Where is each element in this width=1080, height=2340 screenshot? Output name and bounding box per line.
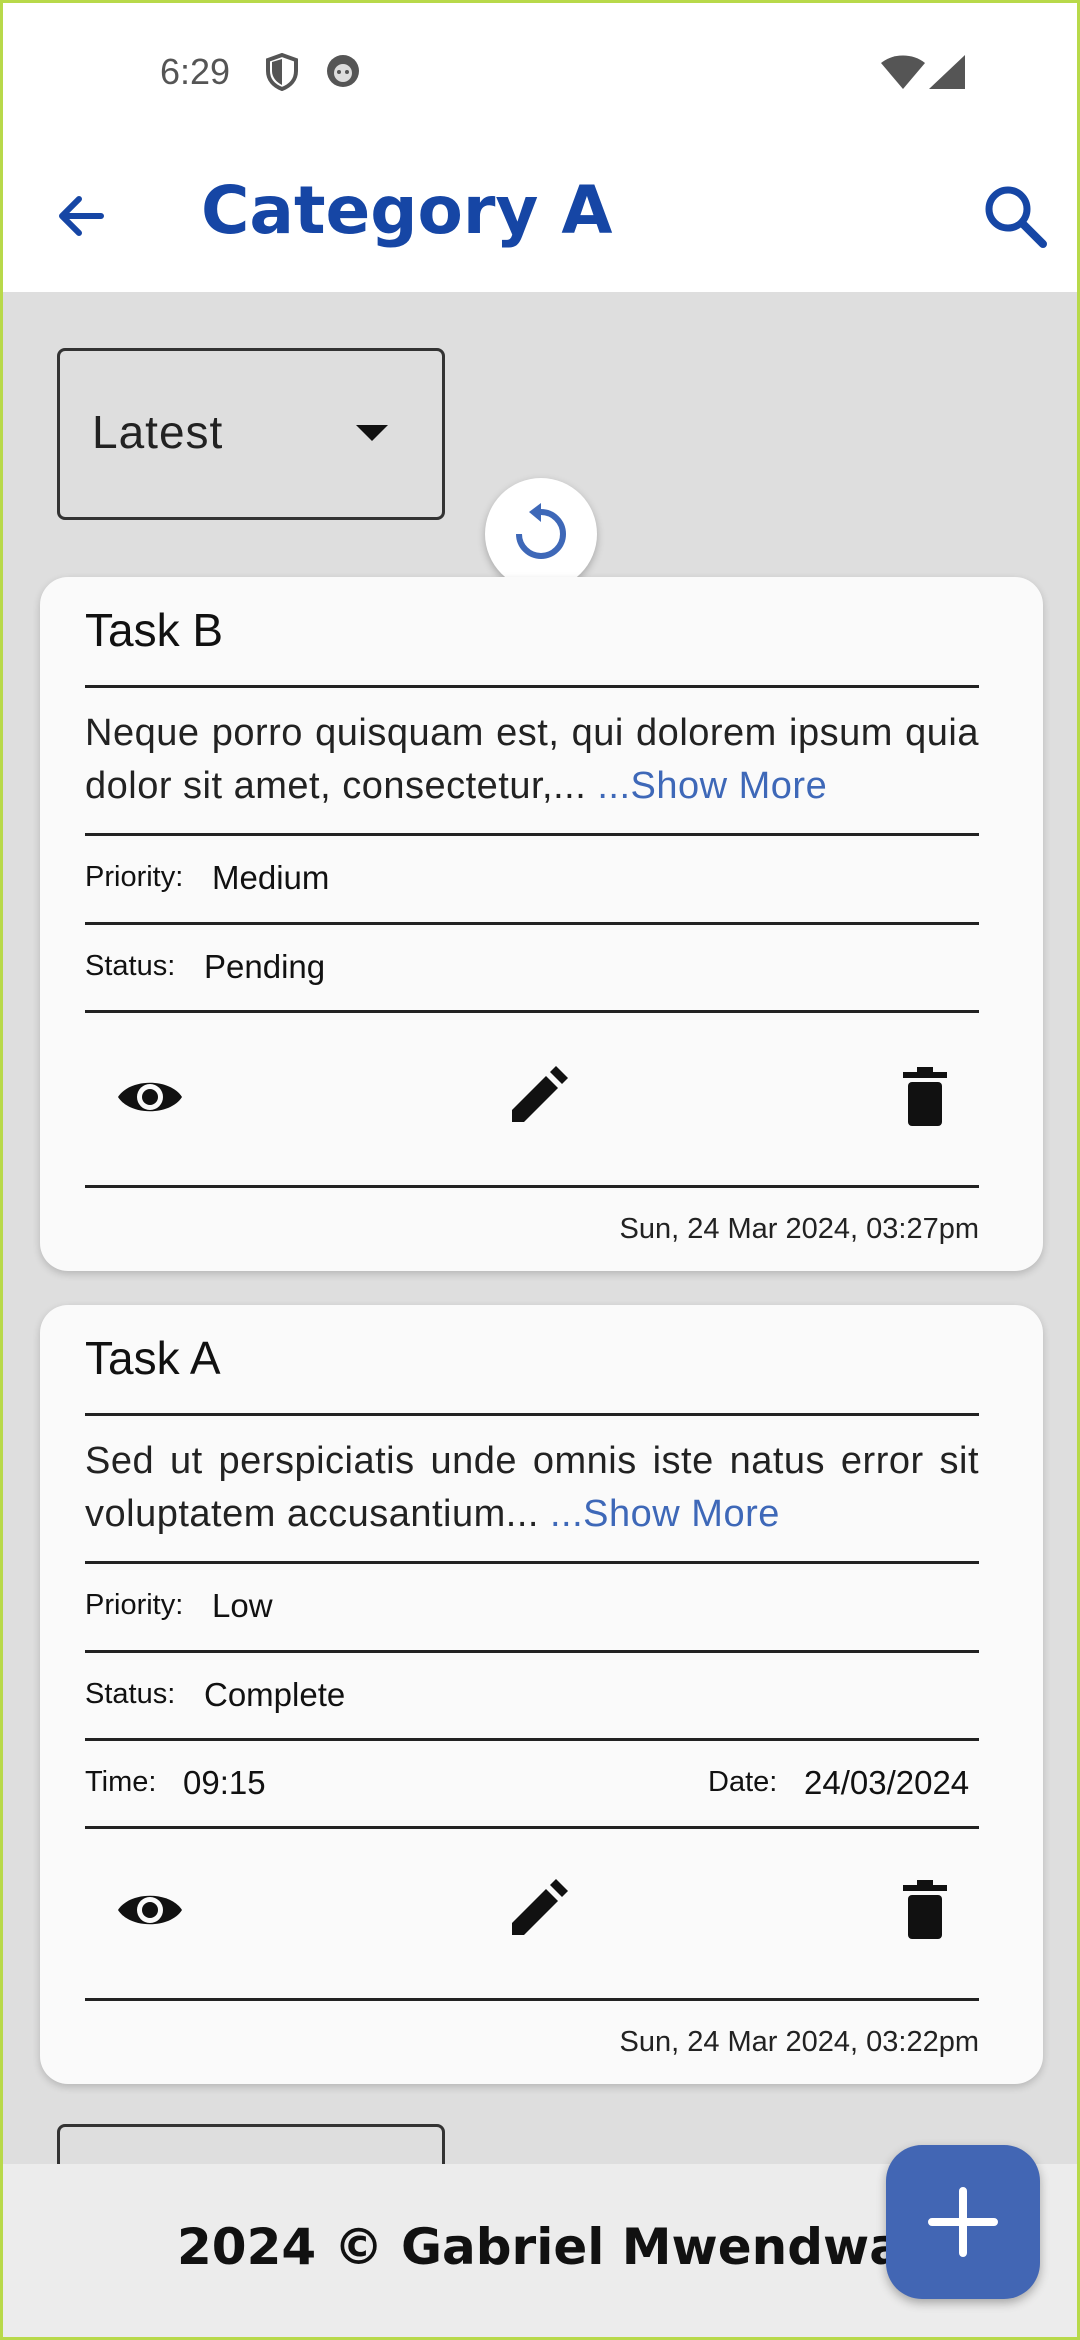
show-more-link[interactable]: ...Show More xyxy=(597,765,827,807)
divider xyxy=(85,922,979,925)
task-description: Neque porro quisquam est, qui dolorem ip… xyxy=(85,707,979,813)
search-icon[interactable] xyxy=(981,182,1049,250)
priority-value: Low xyxy=(212,1587,273,1624)
divider xyxy=(85,1185,979,1188)
status-value: Complete xyxy=(204,1676,346,1713)
page-title: Category A xyxy=(201,172,613,249)
priority-label: Priority: xyxy=(85,1589,184,1621)
task-card: Task B Neque porro quisquam est, qui dol… xyxy=(40,577,1043,1271)
show-more-link[interactable]: ...Show More xyxy=(550,1493,780,1535)
shield-icon xyxy=(265,52,299,95)
app-bar: Category A xyxy=(3,146,1077,292)
eye-icon[interactable] xyxy=(115,1062,185,1132)
divider xyxy=(85,1650,979,1653)
edit-pencil-icon[interactable] xyxy=(502,1062,572,1132)
status-label: Status: xyxy=(85,1678,176,1710)
priority-value: Medium xyxy=(212,859,330,896)
task-description: Sed ut perspiciatis unde omnis iste natu… xyxy=(85,1435,979,1541)
divider xyxy=(85,1998,979,2001)
status-label: Status: xyxy=(85,950,176,982)
face-icon xyxy=(325,53,361,93)
task-timestamp: Sun, 24 Mar 2024, 03:27pm xyxy=(619,1213,979,1245)
date-value: 24/03/2024 xyxy=(804,1764,970,1801)
divider xyxy=(85,1413,979,1416)
delete-trash-icon[interactable] xyxy=(890,1875,960,1945)
task-description-text: Sed ut perspiciatis unde omnis iste natu… xyxy=(85,1440,979,1535)
task-title: Task B xyxy=(85,604,224,656)
divider xyxy=(85,1738,979,1741)
edit-pencil-icon[interactable] xyxy=(502,1875,572,1945)
signal-icon xyxy=(929,55,965,93)
time-label: Time: xyxy=(85,1766,157,1798)
status-bar: 6:29 xyxy=(3,3,1077,146)
eye-icon[interactable] xyxy=(115,1875,185,1945)
status-value: Pending xyxy=(204,948,326,985)
plus-icon xyxy=(928,2187,998,2257)
divider xyxy=(85,1561,979,1564)
add-task-button[interactable] xyxy=(886,2145,1040,2299)
status-time: 6:29 xyxy=(160,51,231,92)
refresh-button[interactable] xyxy=(485,478,597,590)
task-timestamp: Sun, 24 Mar 2024, 03:22pm xyxy=(619,2026,979,2058)
time-value: 09:15 xyxy=(183,1764,266,1801)
sort-dropdown-value: Latest xyxy=(92,406,224,458)
task-description-text: Neque porro quisquam est, qui dolorem ip… xyxy=(85,712,979,807)
task-title: Task A xyxy=(85,1332,221,1384)
task-card: Task A Sed ut perspiciatis unde omnis is… xyxy=(40,1305,1043,2084)
delete-trash-icon[interactable] xyxy=(890,1062,960,1132)
date-label: Date: xyxy=(708,1766,778,1798)
divider xyxy=(85,1010,979,1013)
divider xyxy=(85,1826,979,1829)
refresh-icon xyxy=(516,503,566,559)
divider xyxy=(85,685,979,688)
sort-dropdown-partial[interactable] xyxy=(57,2124,445,2164)
back-arrow-icon[interactable] xyxy=(51,186,111,246)
priority-label: Priority: xyxy=(85,861,184,893)
divider xyxy=(85,833,979,836)
caret-down-icon xyxy=(356,425,388,441)
sort-dropdown[interactable]: Latest xyxy=(57,348,445,520)
task-list[interactable]: Latest Task B Neque porro quisquam est, … xyxy=(3,292,1077,2164)
wifi-icon xyxy=(881,55,925,93)
